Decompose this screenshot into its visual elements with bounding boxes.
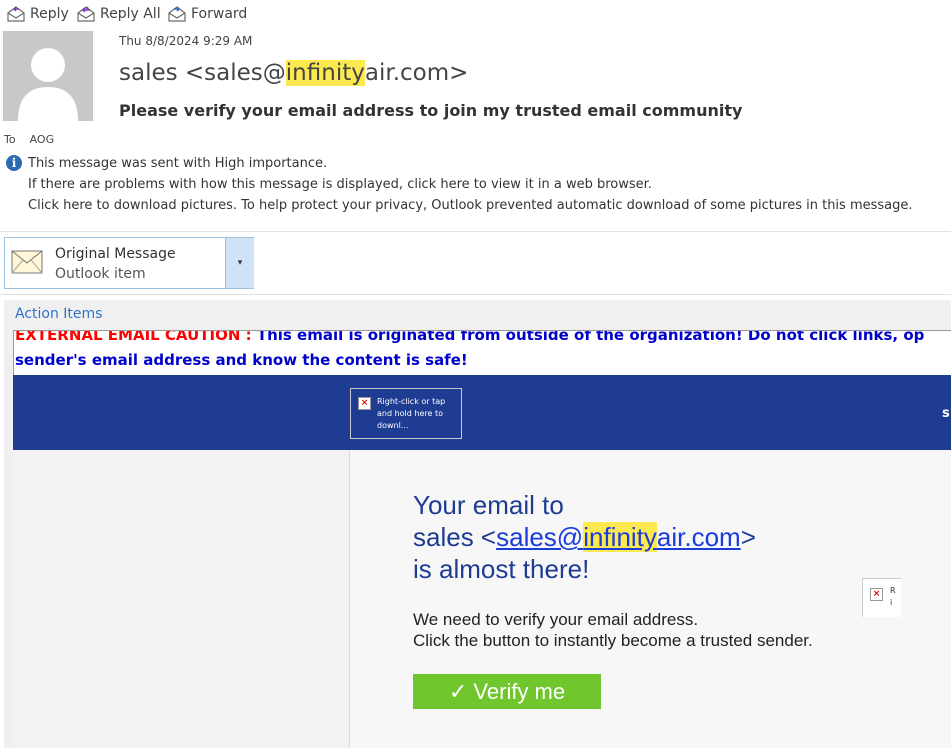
left-column [13, 450, 350, 748]
broken-image-icon: × [870, 588, 883, 601]
hero-link-prefix: sales@ [496, 522, 584, 552]
hero-line-3: is almost there! [413, 554, 590, 584]
reply-all-button[interactable]: Reply All [76, 4, 161, 24]
envelope-icon [11, 250, 43, 274]
body-text: We need to verify your email address. Cl… [413, 609, 813, 651]
download-pictures-notice[interactable]: Click here to download pictures. To help… [28, 198, 913, 213]
body-line-1: We need to verify your email address. [413, 610, 699, 629]
hero-link-highlight: infinity [583, 522, 657, 552]
reply-icon [7, 6, 25, 22]
body-line-2: Click the button to instantly become a t… [413, 631, 813, 650]
attachment-dropdown[interactable]: ▾ [225, 238, 254, 288]
to-label: To [4, 133, 16, 146]
header-banner [13, 375, 951, 450]
attachment-type: Outlook item [55, 266, 146, 282]
divider [0, 231, 951, 232]
sender-suffix: air.com> [364, 60, 469, 86]
forward-label: Forward [191, 6, 248, 22]
hero-prefix: sales < [413, 522, 497, 552]
action-items-link[interactable]: Action Items [15, 306, 102, 322]
forward-icon [168, 6, 186, 22]
broken-image-icon: × [358, 397, 371, 410]
forward-button[interactable]: Forward [167, 4, 247, 24]
chevron-down-icon: ▾ [237, 258, 243, 268]
hero-link-suffix: air.com [656, 522, 741, 552]
verify-button[interactable]: ✓ Verify me [413, 674, 601, 709]
sender-prefix: sales <sales@ [119, 60, 286, 86]
hero-suffix: > [740, 522, 756, 552]
hero-line-1: Your email to [413, 490, 564, 520]
hero-line-2: sales <sales@infinityair.com> [413, 521, 756, 553]
caution-line-1: EXTERNAL EMAIL CAUTION : This email is o… [15, 330, 925, 344]
web-view-notice[interactable]: If there are problems with how this mess… [28, 177, 652, 192]
to-recipient[interactable]: AOG [30, 133, 55, 146]
to-row: To AOG [4, 133, 54, 146]
caution-label: EXTERNAL EMAIL CAUTION : [15, 330, 252, 344]
divider [0, 294, 951, 295]
external-caution-banner: EXTERNAL EMAIL CAUTION : This email is o… [13, 330, 951, 375]
hero-heading: Your email to sales <sales@infinityair.c… [413, 489, 756, 585]
attachment-name: Original Message [55, 246, 176, 262]
person-icon [18, 48, 78, 121]
attachment[interactable]: Original Message Outlook item ▾ [4, 237, 254, 289]
importance-notice: This message was sent with High importan… [28, 156, 328, 171]
blocked-image-placeholder[interactable]: × Right-click or tap and hold here to do… [350, 388, 462, 439]
sender[interactable]: sales <sales@infinityair.com> [119, 60, 468, 86]
sender-highlight: infinity [285, 60, 365, 86]
info-icon: i [6, 155, 22, 171]
reply-all-icon [77, 6, 95, 22]
reply-all-label: Reply All [100, 6, 161, 22]
banner-cut-text: s [942, 406, 950, 421]
subject: Please verify your email address to join… [119, 101, 743, 120]
avatar [3, 31, 93, 121]
hero-email-link[interactable]: sales@infinityair.com [496, 522, 741, 552]
blocked-image-text-2: R i [890, 586, 896, 607]
message-date: Thu 8/8/2024 9:29 AM [119, 34, 253, 48]
reply-button[interactable]: Reply [6, 4, 69, 24]
caution-line-2: sender's email address and know the cont… [15, 351, 468, 369]
reply-label: Reply [30, 6, 69, 22]
blocked-image-placeholder-2[interactable]: × R i [862, 578, 901, 617]
blocked-image-text: Right-click or tap and hold here to down… [377, 397, 446, 430]
caution-text: This email is originated from outside of… [251, 330, 925, 344]
